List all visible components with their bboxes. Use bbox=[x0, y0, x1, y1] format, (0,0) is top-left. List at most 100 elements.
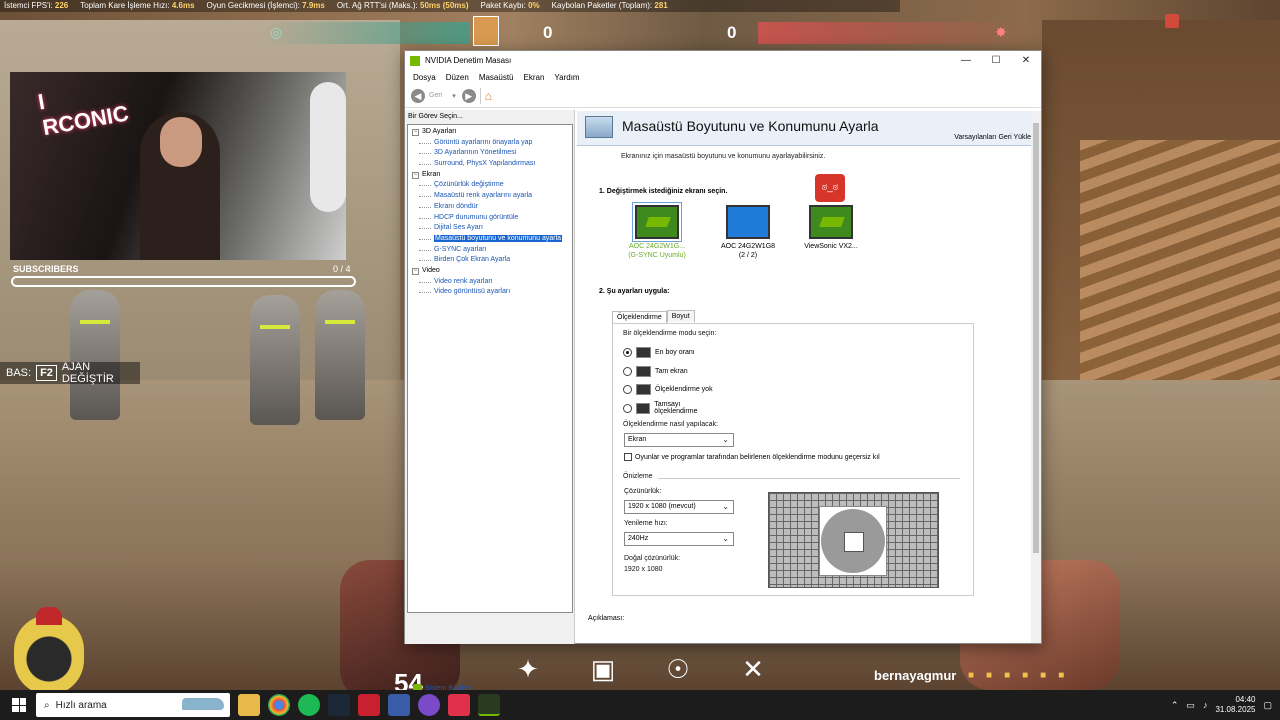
menu-desktop[interactable]: Masaüstü bbox=[474, 73, 519, 82]
tree-item[interactable]: Ekranı döndür bbox=[408, 202, 572, 213]
spotify-icon[interactable] bbox=[298, 694, 320, 716]
radio-dot[interactable] bbox=[623, 366, 632, 376]
knight-mascot bbox=[14, 607, 84, 695]
tree-category-video[interactable]: − Video bbox=[408, 266, 572, 277]
tree-item[interactable]: HDCP durumunu görüntüle bbox=[408, 213, 572, 224]
obs-icon[interactable] bbox=[418, 694, 440, 716]
tray-chevron-icon[interactable]: ⌃ bbox=[1171, 700, 1179, 711]
tree-item[interactable]: Video renk ayarları bbox=[408, 277, 572, 288]
back-label[interactable]: Geri bbox=[429, 92, 442, 99]
minimize-button[interactable]: — bbox=[951, 51, 981, 70]
scaling-tab-panel: Bir ölçeklendirme modu seçin: En boy ora… bbox=[612, 323, 974, 596]
scaling-mode-label: Bir ölçeklendirme modu seçin: bbox=[623, 330, 717, 337]
score-right: 0 bbox=[727, 23, 737, 42]
clock[interactable]: 04:40 31.08.2025 bbox=[1215, 695, 1255, 715]
menu-file[interactable]: Dosya bbox=[408, 73, 441, 82]
tree-category-3d[interactable]: −3D Ayarları bbox=[408, 127, 572, 138]
close-button[interactable]: ✕ bbox=[1011, 51, 1041, 70]
window-title: NVIDIA Denetim Masası bbox=[425, 56, 512, 65]
monitor-icon bbox=[809, 205, 853, 239]
task-pane: Bir Görev Seçin... −3D Ayarları Görüntü … bbox=[405, 110, 575, 693]
team-score-bar-left bbox=[265, 22, 470, 44]
tree-item[interactable]: Video görüntüsü ayarları bbox=[408, 287, 572, 298]
stat-cpu-latency: Oyun Gecikmesi (İşlemci): 7.9ms bbox=[206, 1, 325, 10]
monitor-viewsonic[interactable]: ViewSonic VX2... bbox=[796, 205, 866, 251]
tree-item[interactable]: 3D Ayarlarının Yönetilmesi bbox=[408, 148, 572, 159]
radio-dot[interactable] bbox=[623, 347, 632, 357]
task-pane-title: Bir Görev Seçin... bbox=[408, 113, 463, 120]
stat-lost-packets: Kaybolan Paketler (Toplam): 281 bbox=[551, 1, 668, 10]
tree-item[interactable]: Görüntü ayarlarını önayarla yap bbox=[408, 138, 572, 149]
radio-aspect-ratio[interactable]: En boy oranı bbox=[623, 346, 723, 358]
full-screen-icon bbox=[636, 365, 651, 377]
plush-figure bbox=[310, 82, 346, 212]
override-scaling-checkbox[interactable]: Oyunlar ve programlar tarafından belirle… bbox=[624, 453, 880, 461]
collapse-icon[interactable]: − bbox=[412, 171, 419, 179]
collapse-icon[interactable]: − bbox=[412, 267, 419, 275]
radio-full-screen[interactable]: Tam ekran bbox=[623, 365, 723, 377]
radio-integer-scaling[interactable]: Tamsayı ölçeklendirme bbox=[623, 401, 723, 415]
page-header: Masaüstü Boyutunu ve Konumunu Ayarla Var… bbox=[577, 111, 1041, 146]
chrome-icon[interactable] bbox=[268, 694, 290, 716]
shark-icon bbox=[182, 698, 224, 710]
refresh-rate-select[interactable]: 240Hz ⌄ bbox=[624, 532, 734, 546]
game-stairs bbox=[1080, 140, 1280, 400]
radio-dot[interactable] bbox=[623, 403, 632, 413]
webcam-overlay: I RCONIC bbox=[10, 72, 346, 260]
back-dropdown-icon[interactable]: ▾ bbox=[452, 92, 456, 100]
stat-network-rtt: Ort. Ağ RTT'si (Maks.): 50ms (50ms) bbox=[336, 1, 469, 10]
back-arrow-icon[interactable]: ◀ bbox=[411, 88, 425, 103]
nvidia-taskbar-icon[interactable] bbox=[478, 694, 500, 716]
clock-time: 04:40 bbox=[1235, 695, 1256, 704]
app-icon[interactable] bbox=[388, 694, 410, 716]
network-icon[interactable]: ▭ bbox=[1186, 700, 1195, 711]
stat-client-fps: İstemci FPS'i: 226 bbox=[4, 1, 69, 10]
preview-divider bbox=[658, 478, 960, 479]
monitor-aoc-1[interactable]: AOC 24G2W1G... (G-SYNC Uyumlu) bbox=[622, 202, 692, 260]
menu-edit[interactable]: Düzen bbox=[441, 73, 474, 82]
content-scrollbar[interactable] bbox=[1031, 111, 1041, 643]
collapse-icon[interactable]: − bbox=[412, 129, 419, 136]
windows-start-icon[interactable] bbox=[12, 698, 26, 712]
file-explorer-icon[interactable] bbox=[238, 694, 260, 716]
toolbar: ◀ Geri ▾ ▶ ⌂ bbox=[405, 84, 1041, 108]
scaling-where-select[interactable]: Ekran ⌄ bbox=[624, 433, 734, 447]
search-placeholder[interactable]: Hızlı arama bbox=[56, 700, 107, 711]
tree-item-selected[interactable]: Masaüstü boyutunu ve konumunu ayarla bbox=[408, 234, 572, 245]
toolbar-separator bbox=[479, 87, 481, 104]
voicemeeter-icon[interactable] bbox=[358, 694, 380, 716]
menu-display[interactable]: Ekran bbox=[519, 73, 550, 82]
tree-item[interactable]: Surround, PhysX Yapılandırması bbox=[408, 159, 572, 170]
forward-arrow-icon[interactable]: ▶ bbox=[461, 88, 476, 103]
steam-icon[interactable] bbox=[328, 694, 350, 716]
tree-item[interactable]: Masaüstü renk ayarlarını ayarla bbox=[408, 191, 572, 202]
nvidia-icon bbox=[410, 55, 420, 66]
scrollbar-thumb[interactable] bbox=[1033, 123, 1039, 553]
tab-size[interactable]: Boyut bbox=[666, 310, 695, 322]
notification-icon[interactable]: ▢ bbox=[1263, 700, 1272, 711]
valorant-icon[interactable] bbox=[448, 694, 470, 716]
tree-item[interactable]: Çözünürlük değiştirme bbox=[408, 180, 572, 191]
monitor-aoc-2[interactable]: AOC 24G2W1G8 (2 / 2) bbox=[713, 205, 783, 260]
taskbar-search[interactable]: ⌕ Hızlı arama bbox=[36, 693, 230, 717]
tab-scaling[interactable]: Ölçeklendirme bbox=[612, 311, 667, 323]
streamer-face bbox=[160, 117, 202, 167]
task-tree: −3D Ayarları Görüntü ayarlarını önayarla… bbox=[407, 124, 573, 613]
radio-no-scaling[interactable]: Ölçeklendirme yok bbox=[623, 383, 723, 395]
maximize-button[interactable]: ☐ bbox=[981, 51, 1011, 70]
ability-e-icon: ▣ bbox=[590, 654, 616, 684]
angry-face-icon: ಠ_ಠ bbox=[815, 174, 845, 202]
tree-category-display[interactable]: − Ekran bbox=[408, 170, 572, 181]
tree-item[interactable]: G-SYNC ayarları bbox=[408, 245, 572, 256]
volume-icon[interactable]: ♪ bbox=[1203, 700, 1208, 710]
checkbox[interactable] bbox=[624, 453, 632, 461]
restore-defaults-link[interactable]: Varsayılanları Geri Yükle bbox=[954, 134, 1031, 141]
tree-item[interactable]: Dijital Ses Ayarı bbox=[408, 223, 572, 234]
integer-scaling-icon bbox=[635, 402, 651, 414]
radio-dot[interactable] bbox=[623, 384, 632, 394]
hint-prefix: BAS: bbox=[6, 367, 32, 379]
home-icon[interactable]: ⌂ bbox=[485, 89, 501, 103]
menu-help[interactable]: Yardım bbox=[549, 73, 584, 82]
tree-item[interactable]: Birden Çok Ekran Ayarla bbox=[408, 255, 572, 266]
resolution-select[interactable]: 1920 x 1080 (mevcut) ⌄ bbox=[624, 500, 734, 514]
